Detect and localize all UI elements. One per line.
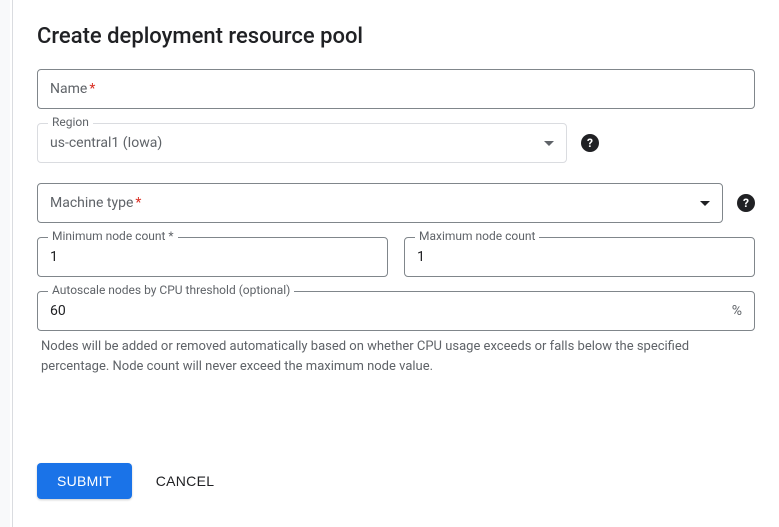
autoscale-helper: Nodes will be added or removed automatic… xyxy=(37,337,755,376)
min-node-input[interactable] xyxy=(50,249,375,265)
region-label: Region xyxy=(48,115,93,129)
region-value: us-central1 (Iowa) xyxy=(50,135,544,151)
max-node-input[interactable] xyxy=(417,249,742,265)
help-icon[interactable]: ? xyxy=(581,134,599,152)
autoscale-field: Autoscale nodes by CPU threshold (option… xyxy=(37,291,755,376)
machine-type-row: Machine type* ? xyxy=(37,183,755,223)
name-input-wrap[interactable]: Name* xyxy=(37,69,755,109)
required-star: * xyxy=(135,195,141,211)
region-row: Region us-central1 (Iowa) ? xyxy=(37,123,755,163)
background-page-sliver xyxy=(0,0,10,527)
page-title: Create deployment resource pool xyxy=(37,24,755,49)
max-node-input-wrap[interactable]: Maximum node count xyxy=(404,237,755,277)
autoscale-label: Autoscale nodes by CPU threshold (option… xyxy=(48,283,294,297)
machine-type-select[interactable]: Machine type* xyxy=(37,183,723,223)
help-icon[interactable]: ? xyxy=(737,194,755,212)
autoscale-input[interactable] xyxy=(50,303,724,319)
chevron-down-icon xyxy=(700,201,710,206)
region-select[interactable]: Region us-central1 (Iowa) xyxy=(37,123,567,163)
machine-type-label: Machine type* xyxy=(50,195,141,211)
required-star: * xyxy=(89,81,95,97)
footer-actions: SUBMIT CANCEL xyxy=(37,463,214,499)
autoscale-input-wrap[interactable]: Autoscale nodes by CPU threshold (option… xyxy=(37,291,755,331)
chevron-down-icon xyxy=(544,141,554,146)
submit-button[interactable]: SUBMIT xyxy=(37,463,132,499)
node-count-row: Minimum node count * Maximum node count xyxy=(37,237,755,277)
cancel-button[interactable]: CANCEL xyxy=(156,473,215,489)
create-pool-panel: Create deployment resource pool Name* Re… xyxy=(12,0,779,527)
min-node-input-wrap[interactable]: Minimum node count * xyxy=(37,237,388,277)
name-field: Name* xyxy=(37,69,755,109)
min-node-label: Minimum node count * xyxy=(48,229,178,243)
max-node-label: Maximum node count xyxy=(415,229,539,243)
percent-suffix: % xyxy=(732,303,742,319)
name-label: Name* xyxy=(50,81,95,97)
